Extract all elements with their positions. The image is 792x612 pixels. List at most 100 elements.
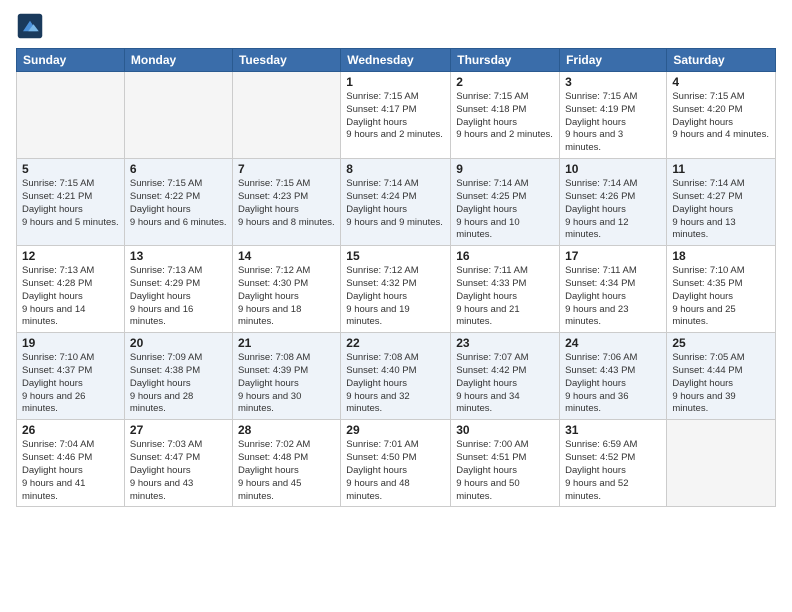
day-cell: 26 Sunrise: 7:04 AMSunset: 4:46 PMDayligh… [17,420,125,507]
week-row-2: 5 Sunrise: 7:15 AMSunset: 4:21 PMDaylight… [17,159,776,246]
weekday-header-tuesday: Tuesday [232,49,340,72]
day-cell: 9Sunrise: 7:14 AMSunset: 4:25 PMDaylight… [451,159,560,246]
day-info: Sunrise: 7:15 AMSunset: 4:22 PMDaylight … [130,178,227,229]
day-info: Sunrise: 7:06 AMSunset: 4:43 PMDaylight … [565,352,661,416]
day-cell: 21Sunrise: 7:08 AMSunset: 4:39 PMDayligh… [232,333,340,420]
day-info: Sunrise: 7:11 AMSunset: 4:34 PMDaylight … [565,265,661,329]
day-cell: 31 Sunrise: 6:59 AMSunset: 4:52 PMDayligh… [560,420,667,507]
week-row-5: 26 Sunrise: 7:04 AMSunset: 4:46 PMDayligh… [17,420,776,507]
day-info: Sunrise: 7:14 AMSunset: 4:24 PMDaylight … [346,178,445,229]
day-number: 22 [346,336,445,350]
weekday-header-saturday: Saturday [667,49,776,72]
day-cell: 27 Sunrise: 7:03 AMSunset: 4:47 PMDayligh… [124,420,232,507]
day-cell [17,72,125,159]
day-number: 1 [346,75,445,89]
week-row-4: 19 Sunrise: 7:10 AMSunset: 4:37 PMDayligh… [17,333,776,420]
calendar-table: SundayMondayTuesdayWednesdayThursdayFrid… [16,48,776,507]
day-number: 27 [130,423,227,437]
day-cell: 18 Sunrise: 7:10 AMSunset: 4:35 PMDayligh… [667,246,776,333]
day-info: Sunrise: 7:15 AMSunset: 4:21 PMDaylight … [22,178,119,229]
day-info: Sunrise: 7:07 AMSunset: 4:42 PMDaylight … [456,352,554,416]
day-number: 28 [238,423,335,437]
weekday-header-row: SundayMondayTuesdayWednesdayThursdayFrid… [17,49,776,72]
day-number: 9 [456,162,554,176]
day-info: Sunrise: 7:10 AMSunset: 4:35 PMDaylight … [672,265,770,329]
day-number: 7 [238,162,335,176]
day-number: 23 [456,336,554,350]
day-cell: 19 Sunrise: 7:10 AMSunset: 4:37 PMDayligh… [17,333,125,420]
weekday-header-thursday: Thursday [451,49,560,72]
day-cell: 5 Sunrise: 7:15 AMSunset: 4:21 PMDaylight… [17,159,125,246]
day-cell: 2 Sunrise: 7:15 AMSunset: 4:18 PMDaylight… [451,72,560,159]
day-cell: 17 Sunrise: 7:11 AMSunset: 4:34 PMDayligh… [560,246,667,333]
day-cell: 6 Sunrise: 7:15 AMSunset: 4:22 PMDaylight… [124,159,232,246]
day-cell: 29 Sunrise: 7:01 AMSunset: 4:50 PMDayligh… [341,420,451,507]
day-number: 6 [130,162,227,176]
weekday-header-wednesday: Wednesday [341,49,451,72]
day-number: 5 [22,162,119,176]
day-info: Sunrise: 7:03 AMSunset: 4:47 PMDaylight … [130,439,227,503]
logo-icon [16,12,44,40]
weekday-header-friday: Friday [560,49,667,72]
day-info: Sunrise: 7:14 AMSunset: 4:26 PMDaylight … [565,178,661,242]
day-info: Sunrise: 7:05 AMSunset: 4:44 PMDaylight … [672,352,770,416]
day-number: 31 [565,423,661,437]
day-number: 4 [672,75,770,89]
day-number: 8 [346,162,445,176]
day-cell: 14 Sunrise: 7:12 AMSunset: 4:30 PMDayligh… [232,246,340,333]
day-info: Sunrise: 7:02 AMSunset: 4:48 PMDaylight … [238,439,335,503]
day-info: Sunrise: 7:13 AMSunset: 4:29 PMDaylight … [130,265,227,329]
day-cell: 22 Sunrise: 7:08 AMSunset: 4:40 PMDayligh… [341,333,451,420]
day-info: Sunrise: 7:15 AMSunset: 4:17 PMDaylight … [346,91,445,142]
page-header [16,12,776,40]
day-number: 30 [456,423,554,437]
day-info: Sunrise: 7:15 AMSunset: 4:18 PMDaylight … [456,91,554,142]
day-number: 20 [130,336,227,350]
day-info: Sunrise: 7:08 AMSunset: 4:40 PMDaylight … [346,352,445,416]
day-number: 26 [22,423,119,437]
day-number: 13 [130,249,227,263]
day-number: 18 [672,249,770,263]
day-info: Sunrise: 7:04 AMSunset: 4:46 PMDaylight … [22,439,119,503]
day-cell: 20 Sunrise: 7:09 AMSunset: 4:38 PMDayligh… [124,333,232,420]
day-cell: 10 Sunrise: 7:14 AMSunset: 4:26 PMDayligh… [560,159,667,246]
day-cell: 15Sunrise: 7:12 AMSunset: 4:32 PMDayligh… [341,246,451,333]
day-number: 19 [22,336,119,350]
weekday-header-sunday: Sunday [17,49,125,72]
logo [16,12,48,40]
day-number: 12 [22,249,119,263]
day-cell [667,420,776,507]
day-info: Sunrise: 7:10 AMSunset: 4:37 PMDaylight … [22,352,119,416]
day-cell: 24Sunrise: 7:06 AMSunset: 4:43 PMDayligh… [560,333,667,420]
day-number: 10 [565,162,661,176]
day-number: 21 [238,336,335,350]
day-cell: 25 Sunrise: 7:05 AMSunset: 4:44 PMDayligh… [667,333,776,420]
day-info: Sunrise: 7:01 AMSunset: 4:50 PMDaylight … [346,439,445,503]
day-number: 25 [672,336,770,350]
day-cell: 16Sunrise: 7:11 AMSunset: 4:33 PMDayligh… [451,246,560,333]
day-cell: 12Sunrise: 7:13 AMSunset: 4:28 PMDayligh… [17,246,125,333]
day-info: Sunrise: 7:14 AMSunset: 4:27 PMDaylight … [672,178,770,242]
day-cell [124,72,232,159]
day-number: 2 [456,75,554,89]
day-info: Sunrise: 7:15 AMSunset: 4:20 PMDaylight … [672,91,770,142]
day-info: Sunrise: 7:15 AMSunset: 4:19 PMDaylight … [565,91,661,155]
day-info: Sunrise: 6:59 AMSunset: 4:52 PMDaylight … [565,439,661,503]
day-number: 29 [346,423,445,437]
day-info: Sunrise: 7:12 AMSunset: 4:30 PMDaylight … [238,265,335,329]
day-number: 17 [565,249,661,263]
day-cell: 7 Sunrise: 7:15 AMSunset: 4:23 PMDaylight… [232,159,340,246]
day-cell: 28 Sunrise: 7:02 AMSunset: 4:48 PMDayligh… [232,420,340,507]
day-info: Sunrise: 7:12 AMSunset: 4:32 PMDaylight … [346,265,445,329]
day-cell: 3 Sunrise: 7:15 AMSunset: 4:19 PMDaylight… [560,72,667,159]
day-info: Sunrise: 7:15 AMSunset: 4:23 PMDaylight … [238,178,335,229]
week-row-3: 12Sunrise: 7:13 AMSunset: 4:28 PMDayligh… [17,246,776,333]
day-number: 14 [238,249,335,263]
day-number: 3 [565,75,661,89]
calendar-page: SundayMondayTuesdayWednesdayThursdayFrid… [0,0,792,612]
day-cell: 23 Sunrise: 7:07 AMSunset: 4:42 PMDayligh… [451,333,560,420]
day-cell: 1 Sunrise: 7:15 AMSunset: 4:17 PMDaylight… [341,72,451,159]
day-info: Sunrise: 7:09 AMSunset: 4:38 PMDaylight … [130,352,227,416]
day-cell: 8 Sunrise: 7:14 AMSunset: 4:24 PMDaylight… [341,159,451,246]
day-cell: 30Sunrise: 7:00 AMSunset: 4:51 PMDayligh… [451,420,560,507]
